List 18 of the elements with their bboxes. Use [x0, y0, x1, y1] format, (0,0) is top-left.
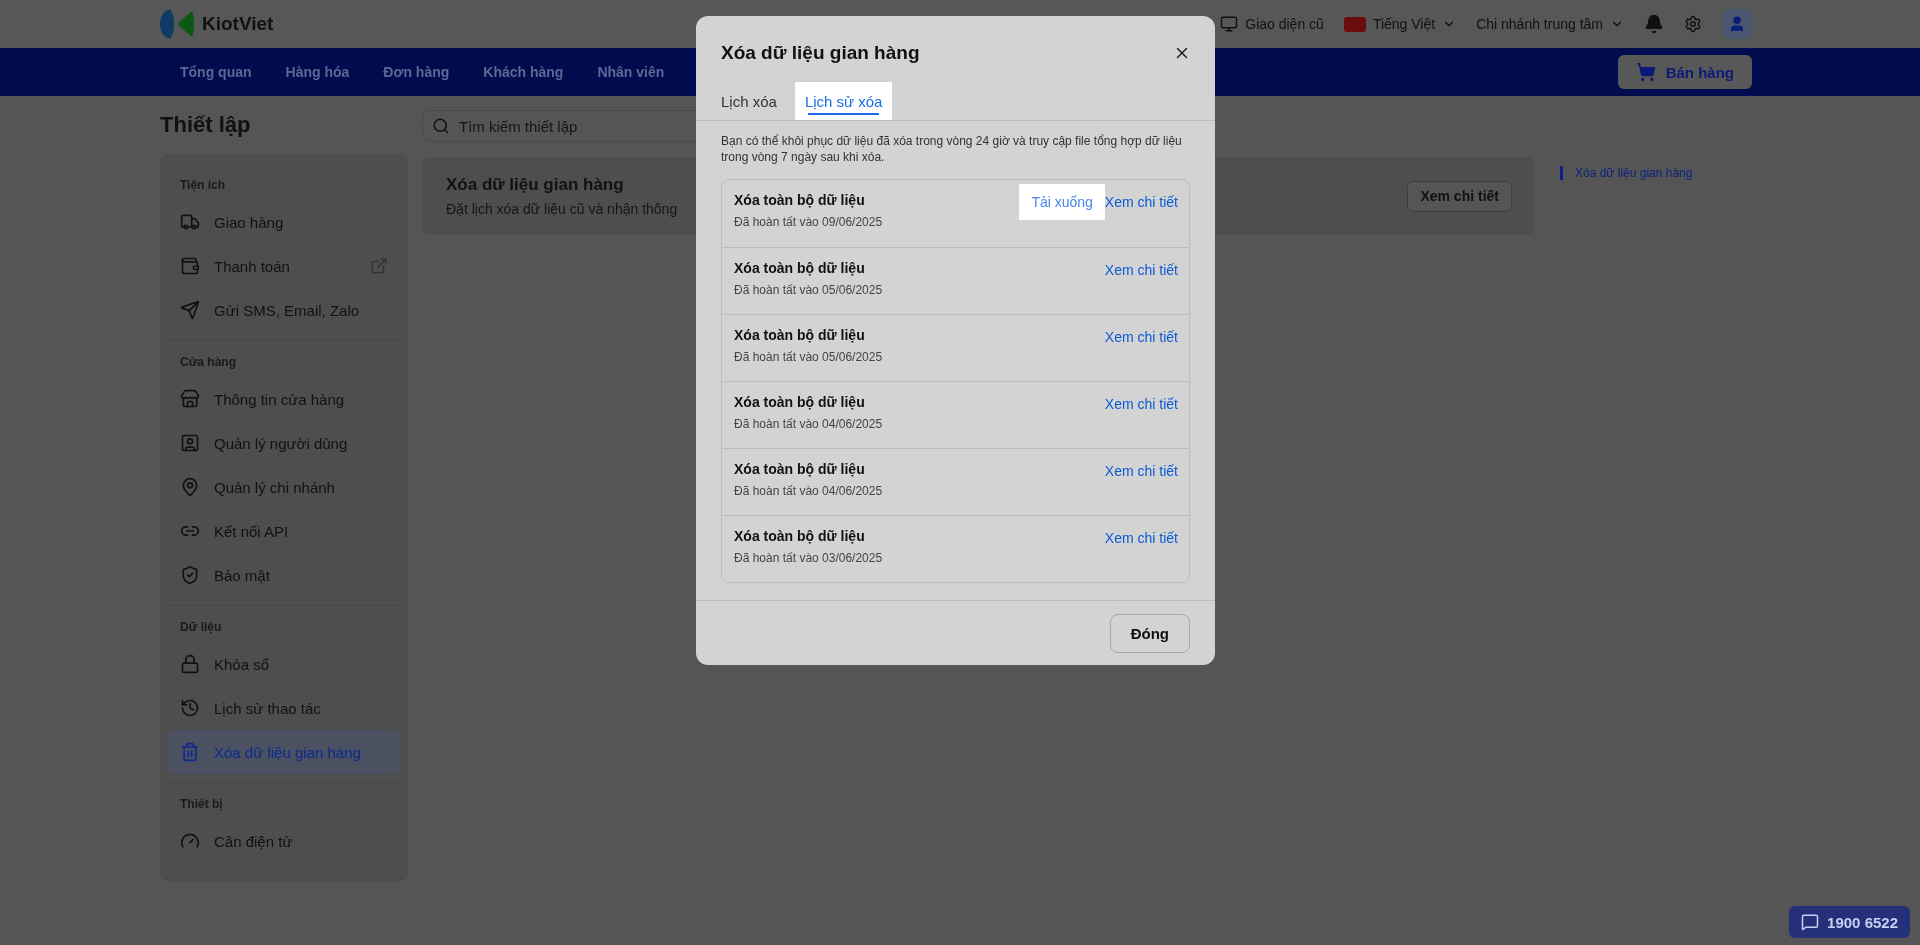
record-date: Đã hoàn tất vào 04/06/2025 [734, 484, 883, 498]
record-date: Đã hoàn tất vào 03/06/2025 [734, 551, 883, 565]
card-description: Đặt lịch xóa dữ liệu cũ và nhận thông [446, 201, 678, 217]
logo-text: KiotViet [202, 13, 274, 35]
record-date: Đã hoàn tất vào 05/06/2025 [734, 283, 883, 297]
notice-text: Bạn có thể khôi phục dữ liệu đã xóa trong vòng 24 giờ và truy cập file tổng hợp dữ liệu trong vòng 7 ngày sau khi xóa. [721, 133, 1183, 165]
record-title: Xóa toàn bộ dữ liệu [734, 528, 866, 544]
dialog-title: Xóa dữ liệu gian hàng [721, 42, 920, 64]
record-title: Xóa toàn bộ dữ liệu [734, 461, 866, 477]
record-title: Xóa toàn bộ dữ liệu [734, 327, 866, 343]
record-date: Đã hoàn tất vào 05/06/2025 [734, 350, 883, 364]
page-title: Thiết lập [160, 111, 252, 139]
record-title: Xóa toàn bộ dữ liệu [734, 260, 866, 276]
record-title: Xóa toàn bộ dữ liệu [734, 192, 866, 208]
record-date: Đã hoàn tất vào 09/06/2025 [734, 215, 883, 229]
record-title: Xóa toàn bộ dữ liệu [734, 394, 866, 410]
record-date: Đã hoàn tất vào 04/06/2025 [734, 417, 883, 431]
card-title: Xóa dữ liệu gian hàng [446, 175, 625, 195]
